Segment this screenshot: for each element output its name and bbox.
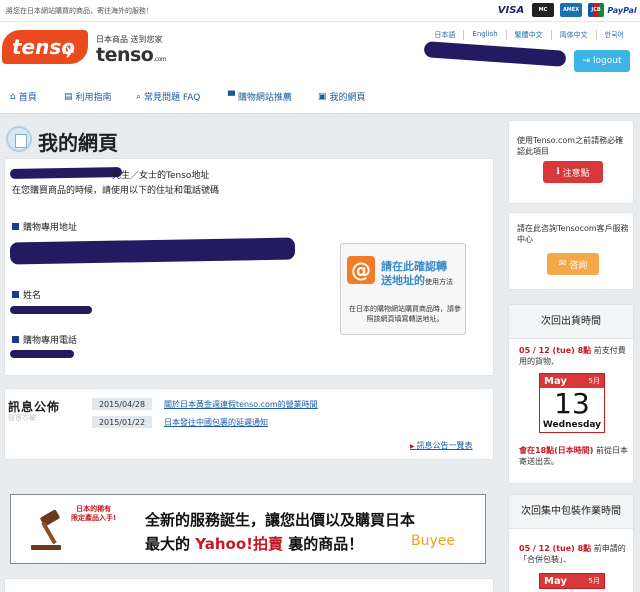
contact-text: 請在此咨詢Tensocom客戶服務中心	[517, 224, 629, 244]
buyee-banner[interactable]: 日本的稀有 限定產品入手! 全新的服務誕生，讓您出價以及購買日本 最大的 Yaho…	[10, 494, 486, 564]
airplane-icon: ✈	[62, 43, 76, 62]
address-subtitle: 在您購買商品的時候，請使用以下的住址和電話號碼	[12, 186, 220, 196]
lang-zh-cn[interactable]: 简体中文	[552, 30, 597, 40]
nav-mypage[interactable]: ▣ 我的網頁	[318, 90, 366, 104]
phone-label: 購物專用電話	[12, 333, 77, 346]
redacted-fullname	[10, 306, 92, 314]
user-card-icon: ▣	[318, 91, 327, 102]
jcb-logo: JCB	[588, 3, 604, 17]
redacted-username	[423, 41, 567, 67]
pack-deadline: 05 / 12 (tue) 8點 前申請的「合併包裝」、	[519, 544, 626, 564]
nav-guide[interactable]: ▤ 利用指南	[64, 90, 112, 104]
news-link[interactable]: 關於日本黃金週連假tenso.com的營業時間	[164, 399, 318, 410]
banner-line-2: 最大的 Yahoo!拍賣 裏的商品！	[145, 535, 364, 553]
amex-logo: AMEX	[560, 3, 582, 17]
notice-card: 使用Tenso.com之前請務必確認此項目 ℹ 注意點	[508, 120, 634, 204]
contact-button[interactable]: ✉ 咨詢	[547, 253, 599, 275]
brand-name: tenso.com	[96, 44, 167, 66]
nav-faq[interactable]: ⌕ 常見問題 FAQ	[136, 90, 200, 104]
at-icon: @	[347, 256, 375, 284]
pack-calendar: May 5月	[539, 573, 605, 589]
redacted-phone	[10, 350, 74, 358]
confirm-address-link[interactable]: @ 請在此確認轉 送地址的使用方法 在日本的購物網站購買商品時，請參照該網頁填寫…	[340, 243, 466, 335]
next-ship-card: 次回出貨時間 05 / 12 (tue) 8點 前支付費用的貨物、 May 5月 …	[508, 304, 634, 484]
nav-shops[interactable]: ▀ 購物網站推薦	[228, 90, 292, 104]
notice-text: 使用Tenso.com之前請務必確認此項目	[517, 136, 624, 156]
news-date: 2015/04/28	[92, 398, 152, 410]
paypal-logo: PayPal	[607, 5, 637, 15]
logout-button[interactable]: ⇥ logout	[574, 50, 630, 72]
mypage-icon	[6, 126, 32, 152]
book-icon: ▤	[64, 91, 73, 102]
gavel-icon	[31, 509, 61, 550]
news-more-link[interactable]: 訊息公告一覽表	[410, 440, 473, 451]
name-label: 姓名	[12, 288, 41, 301]
main-nav: ⌂ 首頁 ▤ 利用指南 ⌕ 常見問題 FAQ ▀ 購物網站推薦 ▣ 我的網頁	[0, 78, 640, 114]
ship-day: 13	[554, 387, 590, 420]
top-bar: 將您在日本網站購買的商品，寄往海外的服務！ VISA MC AMEX JCB P…	[0, 0, 640, 22]
confirm-note: 在日本的購物網站購買商品時，請參照該網頁填寫轉送地址。	[349, 305, 461, 323]
payment-cards: VISA MC AMEX JCB PayPal	[496, 3, 637, 17]
lang-en[interactable]: English	[464, 30, 507, 40]
ship-send-time: 會在18點(日本時間) 前從日本寄送出去。	[519, 446, 628, 466]
service-message: 將您在日本網站購買的商品，寄往海外的服務！	[6, 7, 153, 15]
news-title-reflection: 訊息公佈	[8, 413, 36, 421]
next-ship-title: 次回出貨時間	[509, 305, 633, 339]
ship-weekday: Wednesday	[542, 420, 602, 430]
ship-calendar: May 5月 13 Wednesday	[539, 373, 605, 433]
tenso-logo[interactable]: tenso ✈	[2, 30, 88, 64]
buyee-logo: Buyee	[411, 533, 455, 549]
lang-zh-tw[interactable]: 繁體中文	[507, 30, 552, 40]
lang-ko[interactable]: 한국어	[597, 30, 632, 40]
ship-deadline: 05 / 12 (tue) 8點 前支付費用的貨物、	[519, 346, 626, 366]
address-title: 先生／女士的Tenso地址	[112, 171, 210, 181]
language-switcher: 日本語 English 繁體中文 简体中文 한국어	[426, 30, 632, 40]
banner-line-1: 全新的服務誕生，讓您出價以及購買日本	[145, 511, 416, 529]
banner-ribbon: 日本的稀有 限定產品入手!	[71, 505, 117, 522]
confirm-heading: 請在此確認轉 送地址的使用方法	[381, 260, 453, 287]
lang-ja[interactable]: 日本語	[426, 30, 465, 40]
search-icon: ⌕	[136, 91, 142, 102]
redacted-name	[9, 167, 123, 179]
shipping-address-label: 購物專用地址	[12, 220, 77, 233]
next-pack-title: 次回集中包裝作業時間	[509, 495, 633, 529]
mastercard-logo: MC	[532, 3, 554, 17]
visa-logo: VISA	[497, 4, 525, 16]
home-icon: ⌂	[10, 91, 16, 102]
news-link[interactable]: 日本發往中國包裹的延遲通知	[164, 417, 268, 428]
page-title: 我的網頁	[38, 131, 118, 155]
site-header: tenso ✈ 日本商品 送到您家 tenso.com 日本語 English …	[0, 22, 640, 78]
logout-icon: ⇥	[582, 56, 591, 66]
news-date: 2015/01/22	[92, 416, 152, 428]
contact-card: 請在此咨詢Tensocom客戶服務中心 ✉ 咨詢	[508, 212, 634, 290]
bottom-panel	[4, 578, 494, 592]
next-pack-card: 次回集中包裝作業時間 05 / 12 (tue) 8點 前申請的「合併包裝」、 …	[508, 494, 634, 592]
cart-icon: ▀	[228, 91, 235, 102]
mail-icon: ✉	[558, 259, 570, 269]
nav-home[interactable]: ⌂ 首頁	[10, 90, 37, 104]
notice-button[interactable]: ℹ 注意點	[543, 161, 603, 183]
